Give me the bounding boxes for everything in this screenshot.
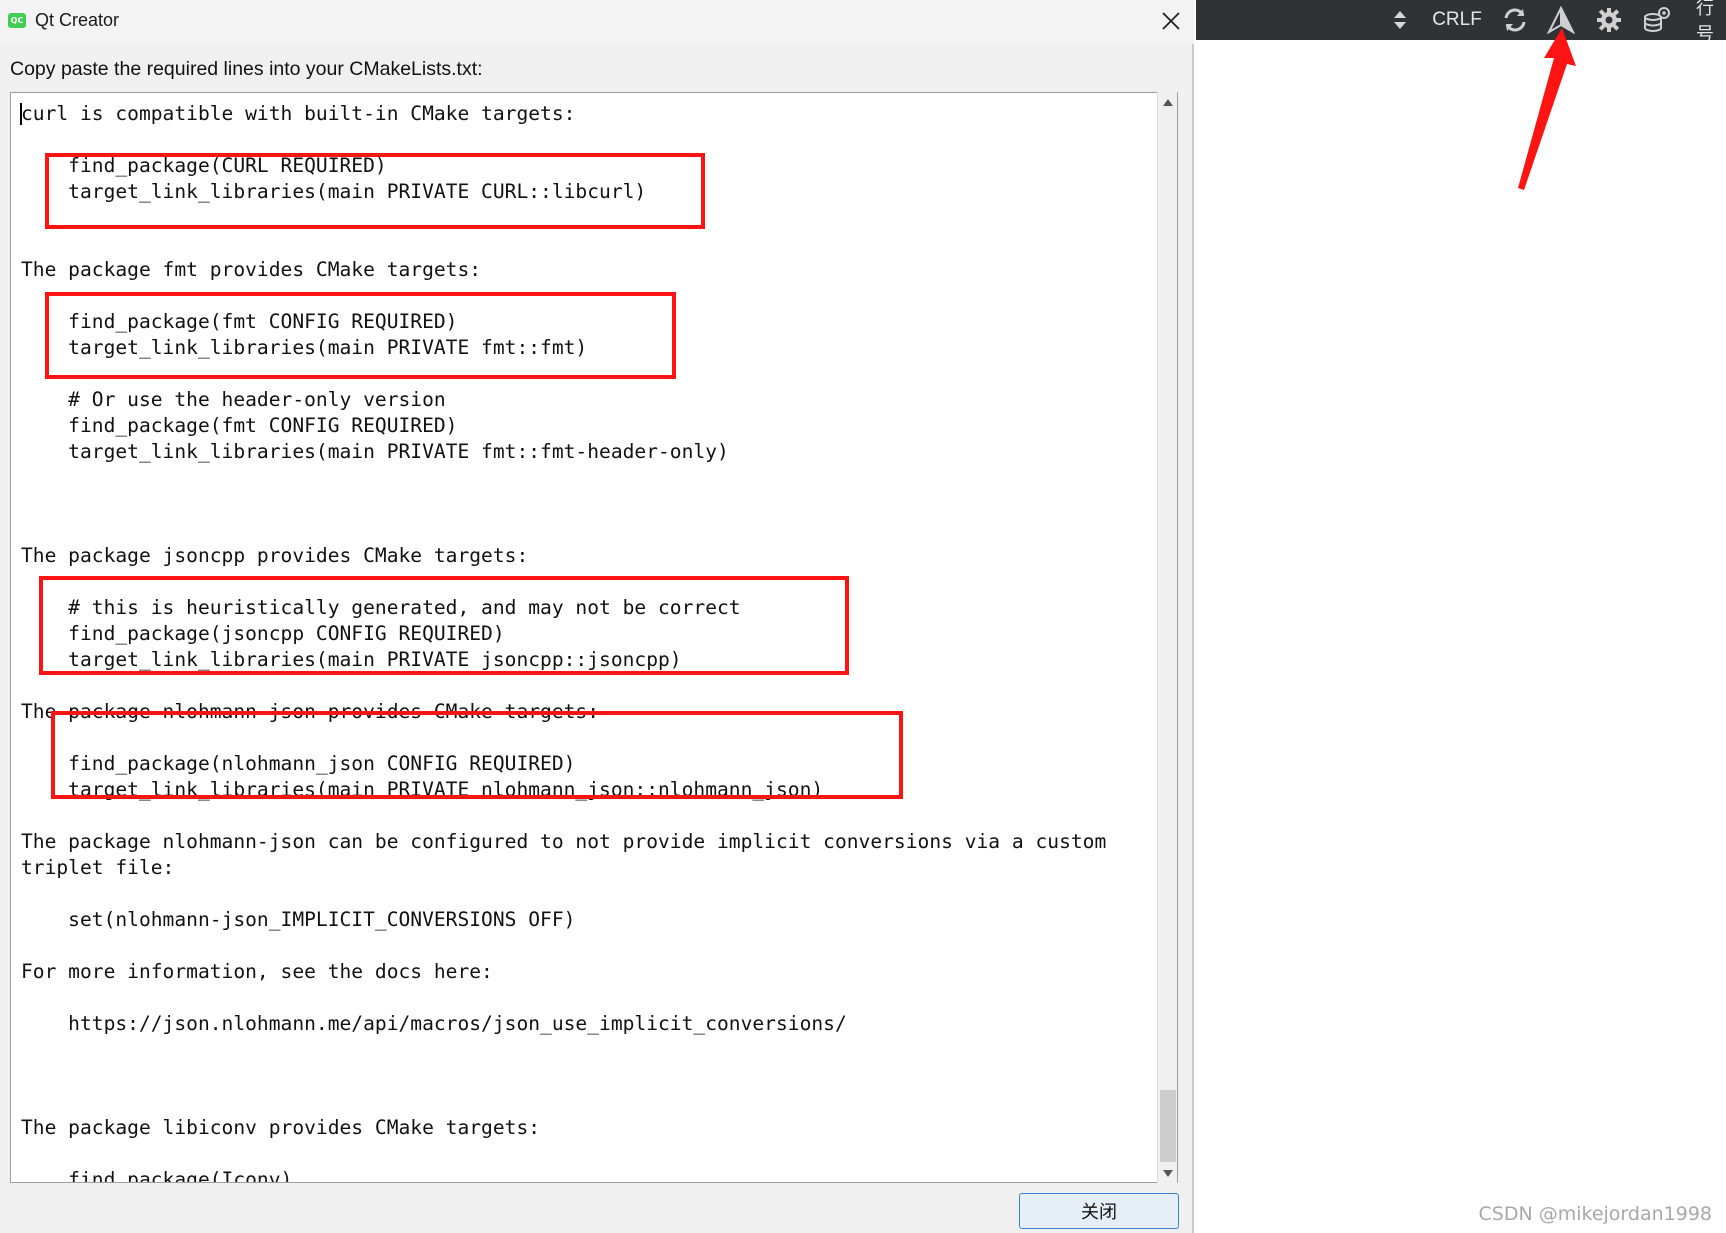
highlight-box-nlohmann-json — [51, 711, 903, 799]
code-line: # Or use the header-only version — [21, 388, 446, 411]
editor-background — [1196, 40, 1726, 1233]
code-line: triplet file: — [21, 856, 175, 879]
code-line: The package fmt provides CMake targets: — [21, 258, 482, 281]
code-line: target_link_libraries(main PRIVATE fmt::… — [21, 440, 729, 463]
close-button[interactable]: 关闭 — [1019, 1193, 1179, 1229]
code-line: set(nlohmann-json_IMPLICIT_CONVERSIONS O… — [21, 908, 576, 931]
ide-status-toolbar: CRLF 行号 — [1196, 0, 1726, 40]
highlight-box-curl — [45, 153, 705, 229]
scroll-up-icon[interactable] — [1158, 92, 1178, 112]
scrollbar-thumb[interactable] — [1160, 1090, 1176, 1162]
vertical-scrollbar[interactable] — [1157, 92, 1177, 1183]
line-column-indicator[interactable]: 行号 — [1696, 0, 1726, 40]
code-line: The package nlohmann-json can be configu… — [21, 830, 1107, 853]
highlight-box-fmt — [45, 292, 676, 379]
cmake-instructions-dialog: QC Qt Creator Copy paste the required li… — [0, 0, 1194, 1233]
line-ending-selector[interactable]: CRLF — [1426, 0, 1488, 40]
gear-icon[interactable] — [1592, 0, 1626, 40]
instruction-label: Copy paste the required lines into your … — [10, 58, 483, 80]
dialog-titlebar: QC Qt Creator — [0, 0, 1194, 44]
code-line: find_package(fmt CONFIG REQUIRED) — [21, 414, 458, 437]
code-line: find_package(Iconv) — [21, 1168, 293, 1183]
code-line: https://json.nlohmann.me/api/macros/json… — [21, 1012, 847, 1035]
highlight-box-jsoncpp — [39, 576, 849, 675]
scroll-down-icon[interactable] — [1158, 1163, 1178, 1183]
annotation-arrow — [1518, 28, 1576, 190]
code-line: The package libiconv provides CMake targ… — [21, 1116, 541, 1139]
code-line: For more information, see the docs here: — [21, 960, 493, 983]
code-line: curl is compatible with built-in CMake t… — [21, 102, 576, 125]
code-line: The package jsoncpp provides CMake targe… — [21, 544, 529, 567]
close-icon[interactable] — [1156, 6, 1186, 36]
dialog-title: Qt Creator — [35, 10, 120, 30]
watermark: CSDN @mikejordan1998 — [1478, 1203, 1713, 1225]
qt-creator-logo-icon: QC — [8, 13, 26, 28]
sort-arrows-icon[interactable] — [1390, 0, 1410, 40]
database-settings-icon[interactable] — [1640, 0, 1674, 40]
